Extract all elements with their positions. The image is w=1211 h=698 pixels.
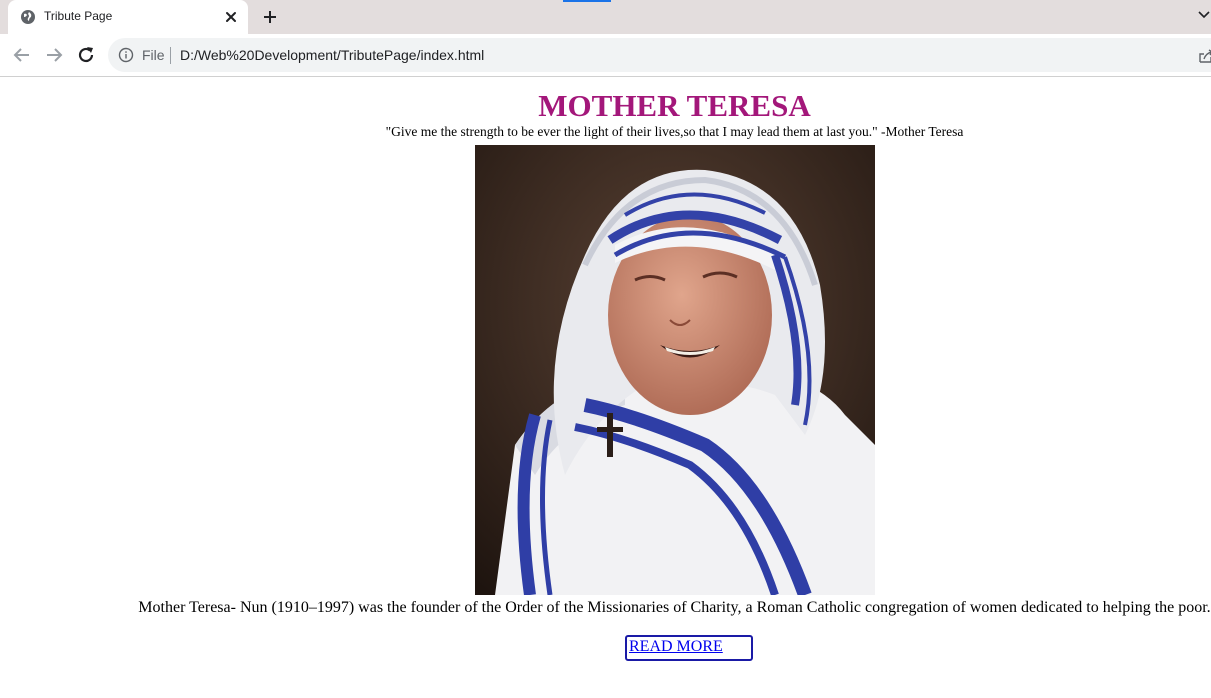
browser-toolbar: File D:/Web%20Development/TributePage/in… xyxy=(0,34,1211,77)
forward-arrow-icon[interactable] xyxy=(43,44,65,66)
portrait-image xyxy=(475,145,875,595)
url-scheme: File xyxy=(142,47,165,63)
quote-text: "Give me the strength to be ever the lig… xyxy=(385,124,964,139)
bio-text: Mother Teresa- Nun (1910–1997) was the f… xyxy=(138,599,1211,616)
globe-icon xyxy=(21,10,35,24)
tab-title: Tribute Page xyxy=(44,9,113,23)
address-bar[interactable]: File D:/Web%20Development/TributePage/in… xyxy=(108,38,1211,72)
url-separator xyxy=(170,47,171,64)
read-more-button[interactable]: READ MORE xyxy=(625,635,753,661)
info-icon[interactable] xyxy=(118,47,134,63)
reload-icon[interactable] xyxy=(75,44,97,66)
back-arrow-icon[interactable] xyxy=(11,44,33,66)
page-title: MOTHER TERESA xyxy=(538,88,811,123)
tab-tribute-page[interactable]: Tribute Page xyxy=(8,0,248,34)
tab-strip: Tribute Page xyxy=(0,0,1211,34)
chevron-down-icon[interactable] xyxy=(1196,6,1211,22)
close-icon[interactable] xyxy=(221,7,241,27)
plus-icon[interactable] xyxy=(259,6,281,28)
url-text[interactable]: D:/Web%20Development/TributePage/index.h… xyxy=(180,47,484,63)
read-more-link[interactable]: READ MORE xyxy=(629,638,723,656)
page-content: MOTHER TERESA "Give me the strength to b… xyxy=(0,78,1211,698)
share-icon[interactable] xyxy=(1198,48,1211,64)
tab-strip-accent xyxy=(563,0,611,2)
